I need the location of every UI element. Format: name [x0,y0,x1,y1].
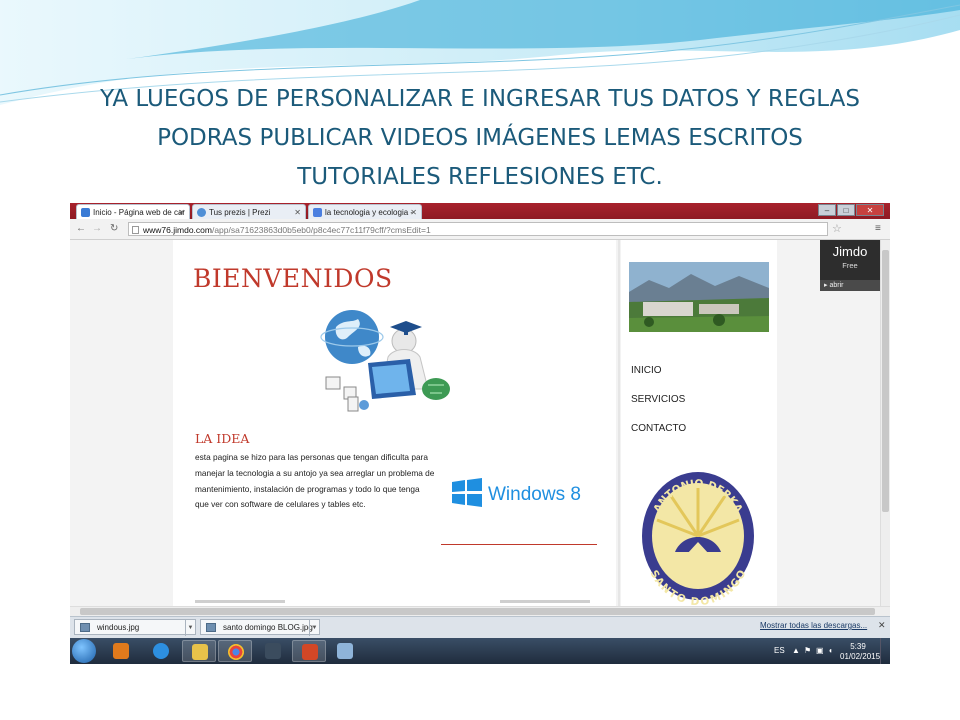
taskbar-file-explorer[interactable] [182,640,216,662]
show-hidden-icons-icon[interactable]: ▲ [792,646,800,655]
minimize-icon[interactable]: – [818,204,836,216]
download-item[interactable]: windous.jpg ▼ [74,619,196,636]
school-seal-logo: ANTONIO DERKA SANTO DOMINGO [642,472,754,606]
page-viewport: BIENVENIDOS LA IDEA esta pagina se hizo … [70,240,890,606]
forward-arrow-icon[interactable]: → [92,223,102,234]
close-downloads-icon[interactable]: ✕ [878,620,886,631]
url-input[interactable]: www76.jimdo.com/app/sa71623863d0b5eb0/p8… [128,222,828,236]
folder-icon [192,644,208,660]
vertical-scrollbar[interactable] [880,240,890,606]
chevron-down-icon[interactable]: ▼ [185,620,195,636]
page-icon [132,226,139,234]
window-controls: – □ ✕ [818,204,884,216]
internet-explorer-icon [153,643,169,659]
flag-icon[interactable]: ⚑ [804,646,811,655]
bookmark-star-icon[interactable]: ☆ [832,222,842,235]
tab-prezi[interactable]: Tus prezis | Prezi ✕ [192,204,306,219]
taskbar-internet-explorer[interactable] [144,640,178,662]
jimdo-brand: Jimdo [832,244,868,259]
taskbar-clock[interactable]: 5:39 01/02/2015 [840,642,881,662]
browser-tab-strip: Inicio - Página web de car ✕ Tus prezis … [70,203,890,219]
menu-icon[interactable]: ≡ [875,223,881,234]
browser-screenshot: Inicio - Página web de car ✕ Tus prezis … [70,203,890,664]
network-icon[interactable]: ▣ [816,646,824,655]
campus-photo [629,262,769,332]
image-file-icon [206,623,216,632]
maximize-icon[interactable]: □ [837,204,855,216]
prezi-favicon-icon [197,208,206,217]
page-footer-faint [195,600,615,604]
taskbar-paint[interactable] [328,640,362,662]
clock-time: 5:39 [850,642,866,651]
windows-logo-text: Windows 8 [488,484,581,505]
close-window-icon[interactable]: ✕ [856,204,884,216]
tab-close-icon[interactable]: ✕ [178,205,185,219]
chess-icon [265,643,281,659]
google-favicon-icon [313,208,322,217]
nav-item-inicio[interactable]: INICIO [631,365,662,376]
url-path: /app/sa71623863d0b5eb0/p8c4ec77c11f79cff… [211,225,431,235]
volume-icon[interactable]: ◖ [828,646,833,655]
page-sidebar: INICIO SERVICIOS CONTACTO ANTONIO DERKA … [621,240,777,606]
horizontal-scrollbar[interactable] [70,606,890,616]
back-arrow-icon[interactable]: ← [76,223,86,234]
jimdo-badge[interactable]: Jimdo Free ▸ abrir [820,240,880,291]
show-all-downloads-link[interactable]: Mostrar todas las descargas... [760,621,867,630]
tab-label: Inicio - Página web de car [93,208,186,217]
taskbar-chrome[interactable] [218,640,252,662]
powerpoint-icon [302,644,318,660]
section-paragraph: esta pagina se hizo para las personas qu… [195,452,435,510]
tab-inicio[interactable]: Inicio - Página web de car ✕ [76,204,190,219]
jimdo-open-link[interactable]: ▸ abrir [820,280,880,291]
tab-close-icon[interactable]: ✕ [410,205,417,219]
jimdo-favicon-icon [81,208,90,217]
windows-8-logo: Windows 8 [452,478,581,507]
nav-item-contacto[interactable]: CONTACTO [631,423,686,434]
image-file-icon [80,623,90,632]
tab-label: Tus prezis | Prezi [209,208,271,217]
section-title: LA IDEA [195,431,250,446]
horizontal-scrollbar-thumb[interactable] [80,608,875,615]
nav-item-servicios[interactable]: SERVICIOS [631,394,685,405]
chevron-down-icon[interactable]: ▼ [309,620,319,636]
taskbar-media-player[interactable] [104,640,138,662]
paint-icon [337,643,353,659]
language-indicator[interactable]: ES [774,646,785,655]
start-button-icon[interactable] [72,639,96,663]
taskbar-chess[interactable] [256,640,290,662]
windows-taskbar: ES ▲ ⚑ ▣ ◖ 5:39 01/02/2015 [70,638,890,664]
taskbar-powerpoint[interactable] [292,640,326,662]
technology-illustration [320,310,450,412]
tab-tecnologia[interactable]: la tecnologia y ecologia - ✕ [308,204,422,219]
download-filename: windous.jpg [97,623,140,632]
page-main-column: BIENVENIDOS LA IDEA esta pagina se hizo … [173,240,616,606]
download-item[interactable]: santo domingo BLOG.jpg ▼ [200,619,320,636]
clock-date: 01/02/2015 [840,652,881,661]
downloads-bar: windous.jpg ▼ santo domingo BLOG.jpg ▼ M… [70,616,890,638]
address-bar: ← → ↻ www76.jimdo.com/app/sa71623863d0b5… [70,219,890,240]
tab-close-icon[interactable]: ✕ [294,205,301,219]
red-separator-line [441,544,597,545]
reload-icon[interactable]: ↻ [110,223,118,234]
vertical-scrollbar-thumb[interactable] [882,250,889,512]
page-heading: BIENVENIDOS [193,264,393,293]
download-filename: santo domingo BLOG.jpg [223,623,313,632]
chrome-icon [228,644,244,660]
tab-label: la tecnologia y ecologia - [325,208,414,217]
media-player-icon [113,643,129,659]
show-desktop-button[interactable] [880,638,890,664]
slide-title: YA LUEGOS DE PERSONALIZAR E INGRESAR TUS… [100,86,860,190]
jimdo-plan: Free [842,261,858,270]
url-host: www76.jimdo.com [143,225,212,235]
column-divider [618,240,620,606]
